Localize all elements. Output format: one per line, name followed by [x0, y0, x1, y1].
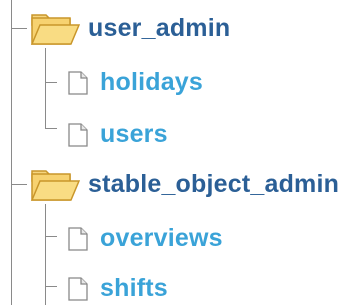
tree-file-holidays[interactable]: holidays [68, 68, 203, 97]
file-link[interactable]: shifts [100, 274, 168, 303]
folder-label[interactable]: stable_object_admin [88, 170, 339, 199]
folder-label[interactable]: user_admin [88, 14, 230, 43]
file-icon [68, 226, 88, 251]
tree-folder-stable-object-admin[interactable]: stable_object_admin [30, 166, 339, 202]
file-icon [68, 70, 88, 95]
file-tree: user_admin holidays users stable_object_… [0, 0, 364, 305]
tree-file-overviews[interactable]: overviews [68, 224, 223, 253]
tree-connector [45, 128, 57, 129]
tree-connector [45, 82, 57, 83]
file-link[interactable]: holidays [100, 68, 203, 97]
tree-file-users[interactable]: users [68, 120, 168, 149]
tree-folder-user-admin[interactable]: user_admin [30, 10, 230, 46]
file-icon [68, 276, 88, 301]
tree-connector [45, 48, 46, 128]
folder-open-icon [30, 166, 80, 202]
tree-connector [45, 286, 57, 287]
tree-file-shifts[interactable]: shifts [68, 274, 168, 303]
tree-connector [45, 236, 57, 237]
tree-connector [11, 28, 27, 29]
tree-connector [11, 0, 12, 305]
file-link[interactable]: overviews [100, 224, 223, 253]
tree-connector [45, 204, 46, 305]
tree-connector [11, 184, 27, 185]
file-icon [68, 122, 88, 147]
folder-open-icon [30, 10, 80, 46]
file-link[interactable]: users [100, 120, 168, 149]
